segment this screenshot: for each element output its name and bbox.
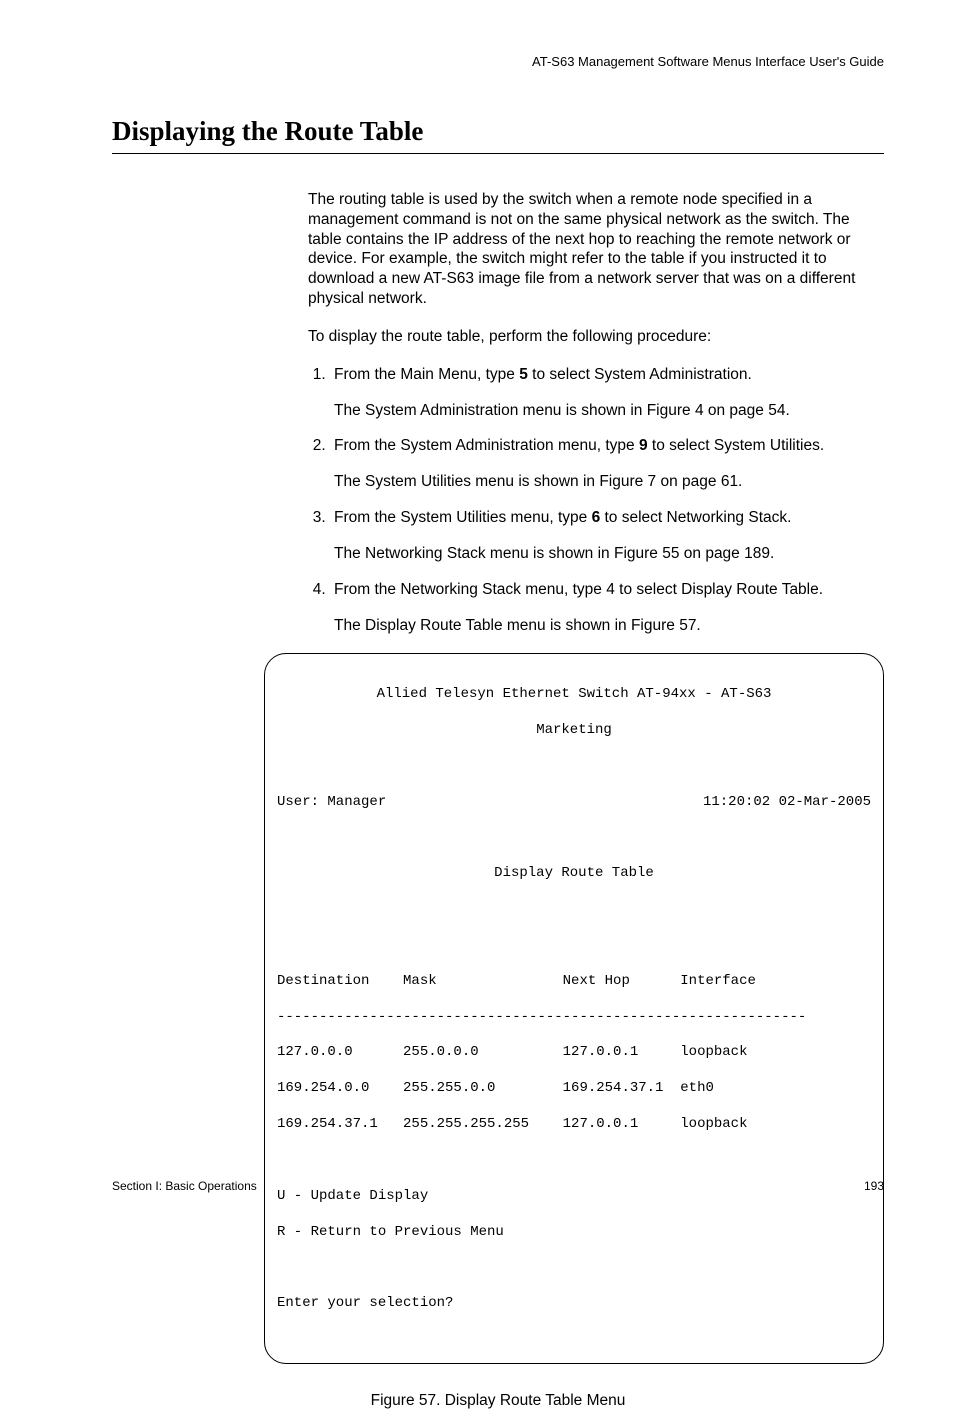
step-1-sub: The System Administration menu is shown …	[334, 401, 884, 421]
section-title: Displaying the Route Table	[112, 116, 884, 147]
step-4-pre: From the Networking Stack menu, type 4 t…	[334, 581, 823, 598]
step-3: From the System Utilities menu, type 6 t…	[330, 508, 884, 564]
step-2-sub: The System Utilities menu is shown in Fi…	[334, 472, 884, 492]
step-3-post: to select Networking Stack.	[600, 509, 791, 526]
screen-blank-4	[277, 937, 871, 955]
figure-caption: Figure 57. Display Route Table Menu	[112, 1392, 884, 1410]
step-1-post: to select System Administration.	[528, 366, 752, 383]
step-4: From the Networking Stack menu, type 4 t…	[330, 580, 884, 636]
procedure-list: From the Main Menu, type 5 to select Sys…	[308, 365, 884, 636]
screen-timestamp: 11:20:02 02-Mar-2005	[703, 794, 871, 812]
screen-title-1: Allied Telesyn Ethernet Switch AT-94xx -…	[277, 686, 871, 704]
step-3-bold: 6	[592, 509, 601, 526]
screen-opt-r: R - Return to Previous Menu	[277, 1224, 871, 1242]
screen-blank-5	[277, 1152, 871, 1170]
step-3-sub: The Networking Stack menu is shown in Fi…	[334, 544, 884, 564]
screen-userline: User: Manager 11:20:02 02-Mar-2005	[277, 794, 871, 812]
screen-prompt: Enter your selection?	[277, 1295, 871, 1313]
page: AT-S63 Management Software Menus Interfa…	[0, 0, 954, 1235]
step-2: From the System Administration menu, typ…	[330, 436, 884, 492]
screen-title-2: Marketing	[277, 722, 871, 740]
screen-menu-title: Display Route Table	[277, 865, 871, 883]
screen-blank-6	[277, 1259, 871, 1277]
screen-blank-2	[277, 830, 871, 848]
screen-user: User: Manager	[277, 794, 386, 812]
step-2-bold: 9	[639, 437, 648, 454]
step-4-sub: The Display Route Table menu is shown in…	[334, 616, 884, 636]
step-3-pre: From the System Utilities menu, type	[334, 509, 592, 526]
screen-columns: Destination Mask Next Hop Interface	[277, 973, 871, 991]
step-2-post: to select System Utilities.	[648, 437, 825, 454]
title-rule	[112, 153, 884, 154]
screen-blank-1	[277, 758, 871, 776]
footer-page-number: 193	[864, 1179, 884, 1193]
screen-row-2: 169.254.0.0 255.255.0.0 169.254.37.1 eth…	[277, 1080, 871, 1098]
step-1-pre: From the Main Menu, type	[334, 366, 519, 383]
step-2-pre: From the System Administration menu, typ…	[334, 437, 639, 454]
screen-blank-3	[277, 901, 871, 919]
terminal-screen: Allied Telesyn Ethernet Switch AT-94xx -…	[264, 653, 884, 1363]
page-footer: Section I: Basic Operations 193	[112, 1179, 884, 1193]
footer-section: Section I: Basic Operations	[112, 1179, 257, 1193]
running-header: AT-S63 Management Software Menus Interfa…	[532, 54, 884, 69]
step-1-bold: 5	[519, 366, 528, 383]
step-1: From the Main Menu, type 5 to select Sys…	[330, 365, 884, 421]
intro-paragraph-2: To display the route table, perform the …	[308, 327, 884, 347]
screen-divider: ----------------------------------------…	[277, 1009, 871, 1027]
screen-row-3: 169.254.37.1 255.255.255.255 127.0.0.1 l…	[277, 1116, 871, 1134]
screen-row-1: 127.0.0.0 255.0.0.0 127.0.0.1 loopback	[277, 1044, 871, 1062]
intro-paragraph-1: The routing table is used by the switch …	[308, 190, 884, 309]
body-column: The routing table is used by the switch …	[308, 190, 884, 635]
